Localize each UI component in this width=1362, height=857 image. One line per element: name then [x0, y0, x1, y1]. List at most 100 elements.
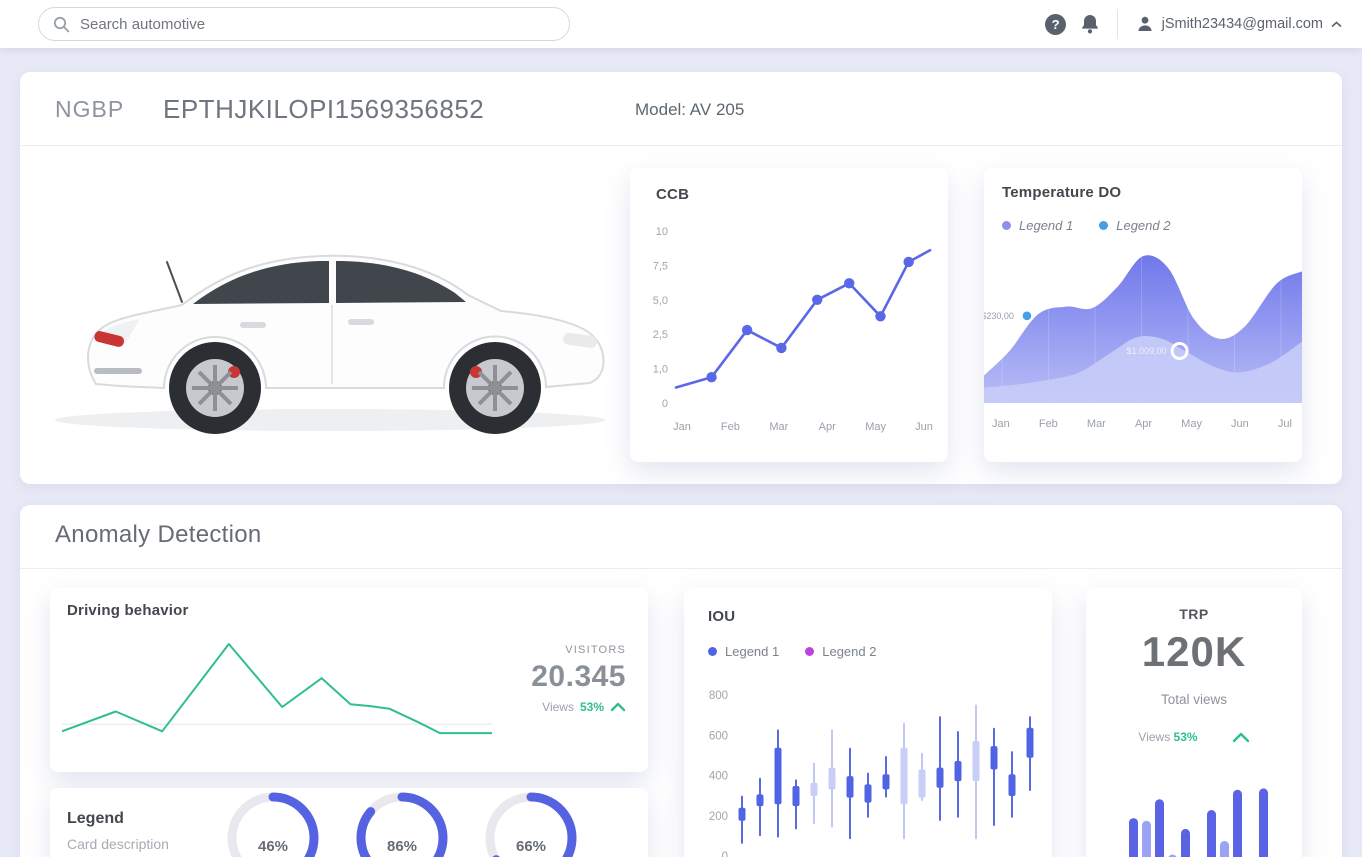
axis-tick-label: Feb [1039, 418, 1058, 430]
svg-text:Mar: Mar [769, 421, 788, 433]
ccb-line-chart: 10 7,5 5,0 2,5 1,0 0 Jan Feb Mar Apr May Jun [630, 168, 948, 462]
vehicle-serial: EPTHJKILOPI1569356852 [163, 94, 484, 125]
legend-item: Legend 1 [1002, 218, 1073, 233]
user-icon [1136, 15, 1154, 33]
legend-dot-icon [1099, 221, 1108, 230]
svg-text:0: 0 [722, 851, 728, 857]
iou-legend: Legend 1 Legend 2 [708, 644, 876, 659]
temperature-area-chart: $230,00 $1.009,00 [984, 250, 1302, 403]
vehicle-header: NGBP EPTHJKILOPI1569356852 Model: AV 205 [20, 72, 1342, 146]
trp-value: 120K [1086, 628, 1302, 676]
legend-dot-icon [708, 647, 717, 656]
search-input[interactable] [80, 16, 555, 33]
legend-item: Legend 1 [708, 644, 779, 659]
legend-label: Legend 1 [1019, 218, 1073, 233]
notifications-button[interactable] [1073, 7, 1107, 41]
axis-tick-label: Jul [1278, 418, 1292, 430]
temperature-chart-card: Temperature DO Legend 1Legend 2 $230,00$… [984, 168, 1302, 462]
car-image [30, 172, 630, 452]
anomaly-section: Anomaly Detection Driving behavior VISIT… [20, 505, 1342, 857]
user-menu[interactable]: jSmith23434@gmail.com [1136, 15, 1342, 33]
trend-up-icon [1232, 732, 1250, 743]
ccb-chart-card: CCB 107,55,02,51,00JanFebMarAprMayJun [630, 168, 948, 462]
axis-tick-label: Jun [1231, 418, 1249, 430]
legend-card-title: Legend [67, 810, 124, 828]
iou-title: IOU [708, 608, 735, 625]
trp-bar-chart [1086, 783, 1302, 857]
svg-text:5,0: 5,0 [653, 295, 668, 307]
svg-text:Feb: Feb [721, 421, 740, 433]
svg-text:10: 10 [656, 226, 668, 238]
svg-text:$1.009,00: $1.009,00 [1127, 346, 1167, 356]
axis-tick-label: Jan [992, 418, 1010, 430]
views-pct: 53% [580, 700, 604, 714]
trend-up-icon [610, 702, 626, 712]
legend-item: Legend 2 [1099, 218, 1170, 233]
bell-icon [1080, 13, 1100, 35]
page: ? jSmith23434@gmail.com [0, 0, 1362, 857]
svg-text:Jan: Jan [673, 421, 691, 433]
iou-candlestick-chart: 800 600 400 200 0 [684, 683, 1052, 857]
vehicle-model: Model: AV 205 [635, 100, 744, 120]
topbar-actions: ? jSmith23434@gmail.com [1039, 0, 1342, 48]
user-email: jSmith23434@gmail.com [1162, 16, 1323, 32]
trp-title: TRP [1086, 606, 1302, 622]
legend-dot-icon [1002, 221, 1011, 230]
anomaly-divider [20, 568, 1342, 569]
legend-label: Legend 2 [822, 644, 876, 659]
temperature-title: Temperature DO [1002, 184, 1121, 201]
trp-card: TRP 120K Total views Views 53% [1086, 588, 1302, 857]
ring-percent-label: 66% [483, 838, 579, 855]
search-box [38, 7, 570, 41]
trp-views-label: Views [1138, 730, 1170, 744]
progress-ring: 46% [225, 790, 321, 857]
chevron-up-icon [1331, 21, 1342, 28]
legend-item: Legend 2 [805, 644, 876, 659]
ring-percent-label: 86% [354, 838, 450, 855]
trp-views-row: Views 53% [1086, 730, 1302, 744]
ring-percent-label: 46% [225, 838, 321, 855]
axis-tick-label: Apr [1135, 418, 1152, 430]
vehicle-code: NGBP [55, 96, 124, 123]
views-label: Views [542, 700, 574, 714]
svg-text:1,0: 1,0 [653, 364, 668, 376]
visitors-label: VISITORS [531, 644, 626, 656]
svg-text:$230,00: $230,00 [984, 311, 1014, 321]
visitors-value: 20.345 [531, 660, 626, 694]
iou-chart-card: IOU Legend 1 Legend 2 800 600 400 200 0 [684, 588, 1052, 857]
help-button[interactable]: ? [1039, 7, 1073, 41]
topbar-divider [1117, 9, 1118, 39]
svg-text:May: May [865, 421, 886, 433]
visitors-stats: VISITORS 20.345 Views 53% [531, 644, 626, 714]
progress-ring: 86% [354, 790, 450, 857]
svg-text:400: 400 [709, 771, 728, 783]
top-bar: ? jSmith23434@gmail.com [0, 0, 1362, 48]
svg-text:7,5: 7,5 [653, 260, 668, 272]
legend-dot-icon [805, 647, 814, 656]
help-icon: ? [1045, 14, 1066, 35]
legend-label: Legend 1 [725, 644, 779, 659]
temperature-legend: Legend 1 Legend 2 [1002, 218, 1170, 233]
progress-ring: 66% [483, 790, 579, 857]
svg-text:Apr: Apr [819, 421, 836, 433]
vehicle-card: NGBP EPTHJKILOPI1569356852 Model: AV 205 [20, 72, 1342, 484]
axis-tick-label: May [1181, 418, 1202, 430]
svg-text:600: 600 [709, 730, 728, 742]
axis-tick-label: Mar [1087, 418, 1106, 430]
svg-text:800: 800 [709, 690, 728, 702]
search-icon [53, 16, 70, 33]
legend-label: Legend 2 [1116, 218, 1170, 233]
trp-subtitle: Total views [1086, 692, 1302, 707]
legend-card-description: Card description [67, 836, 169, 852]
driving-spark-chart [62, 640, 492, 740]
driving-behavior-card: Driving behavior VISITORS 20.345 Views 5… [50, 588, 648, 772]
trp-views-pct: 53% [1174, 730, 1198, 744]
svg-text:2,5: 2,5 [653, 329, 668, 341]
temperature-x-axis: Jan Feb Mar Apr May Jun Jul [992, 418, 1292, 430]
svg-text:Jun: Jun [915, 421, 933, 433]
svg-text:0: 0 [662, 398, 668, 410]
driving-title: Driving behavior [67, 602, 189, 619]
svg-text:200: 200 [709, 811, 728, 823]
legend-rings-card: Legend Card description 46% 86% 66% [50, 788, 648, 857]
anomaly-section-title: Anomaly Detection [55, 521, 262, 549]
